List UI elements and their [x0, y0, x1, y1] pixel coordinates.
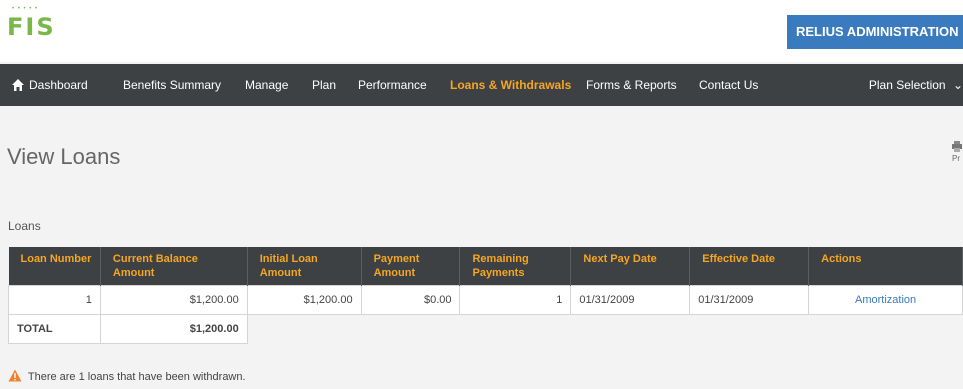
- cell-next-pay-date: 01/31/2009: [570, 284, 691, 315]
- nav-loans-withdrawals[interactable]: Loans & Withdrawals: [450, 64, 571, 106]
- top-header: • • • • • FIS RELIUS ADMINISTRATION: [0, 0, 963, 62]
- col-loan-number[interactable]: Loan Number: [8, 247, 101, 285]
- col-remaining-payments[interactable]: Remaining Payments: [459, 247, 572, 285]
- main-nav: Dashboard Benefits Summary Manage Plan P…: [0, 64, 963, 106]
- cell-payment-amount: $0.00: [360, 284, 461, 315]
- nav-manage[interactable]: Manage: [245, 64, 288, 106]
- warning-icon: [8, 369, 22, 385]
- nav-contact-us[interactable]: Contact Us: [699, 64, 758, 106]
- print-button[interactable]: Pr: [952, 141, 963, 163]
- chevron-down-icon: ⌄: [952, 78, 963, 92]
- cell-initial-amount: $1,200.00: [246, 284, 362, 315]
- total-current-balance: $1,200.00: [99, 313, 248, 344]
- cell-effective-date: 01/31/2009: [689, 284, 810, 315]
- table-row: 1 $1,200.00 $1,200.00 $0.00 1 01/31/2009…: [8, 284, 963, 315]
- page-title: View Loans: [7, 144, 121, 169]
- home-icon[interactable]: [11, 78, 25, 97]
- col-next-pay-date[interactable]: Next Pay Date: [570, 247, 691, 285]
- total-label: TOTAL: [8, 313, 101, 344]
- col-effective-date[interactable]: Effective Date: [689, 247, 810, 285]
- cell-remaining-payments: 1: [459, 284, 572, 315]
- total-row-empty: [247, 314, 963, 343]
- print-label: Pr: [952, 154, 960, 163]
- loans-section-label: Loans: [8, 219, 41, 233]
- withdrawn-loans-warning: There are 1 loans that have been withdra…: [8, 369, 246, 385]
- col-payment-amount[interactable]: Payment Amount: [361, 247, 461, 285]
- loans-table: Loan Number Current Balance Amount Initi…: [8, 247, 963, 344]
- plan-selection-label: Plan Selection: [868, 78, 946, 92]
- logo-dots: • • • • •: [12, 6, 39, 12]
- plan-selection-dropdown[interactable]: Plan Selection ⌄: [869, 64, 963, 106]
- nav-forms-reports[interactable]: Forms & Reports: [586, 64, 677, 106]
- printer-icon: [952, 141, 963, 154]
- cell-loan-number: 1: [8, 284, 101, 315]
- warning-text: There are 1 loans that have been withdra…: [27, 370, 246, 383]
- fis-logo[interactable]: • • • • • FIS: [7, 6, 56, 42]
- relius-administration-button[interactable]: RELIUS ADMINISTRATION: [787, 15, 963, 49]
- col-actions: Actions: [808, 247, 963, 285]
- col-current-balance[interactable]: Current Balance Amount: [100, 247, 248, 285]
- nav-performance[interactable]: Performance: [358, 64, 427, 106]
- col-initial-amount[interactable]: Initial Loan Amount: [247, 247, 362, 285]
- logo-text: FIS: [7, 13, 56, 41]
- total-row: TOTAL $1,200.00: [8, 313, 963, 344]
- table-header-row: Loan Number Current Balance Amount Initi…: [8, 247, 963, 285]
- cell-current-balance: $1,200.00: [99, 284, 248, 315]
- cell-actions: Amortization: [808, 284, 963, 315]
- nav-dashboard[interactable]: Dashboard: [29, 64, 88, 106]
- nav-plan[interactable]: Plan: [312, 64, 336, 106]
- nav-benefits-summary[interactable]: Benefits Summary: [123, 64, 221, 106]
- amortization-link[interactable]: Amortization: [855, 294, 916, 306]
